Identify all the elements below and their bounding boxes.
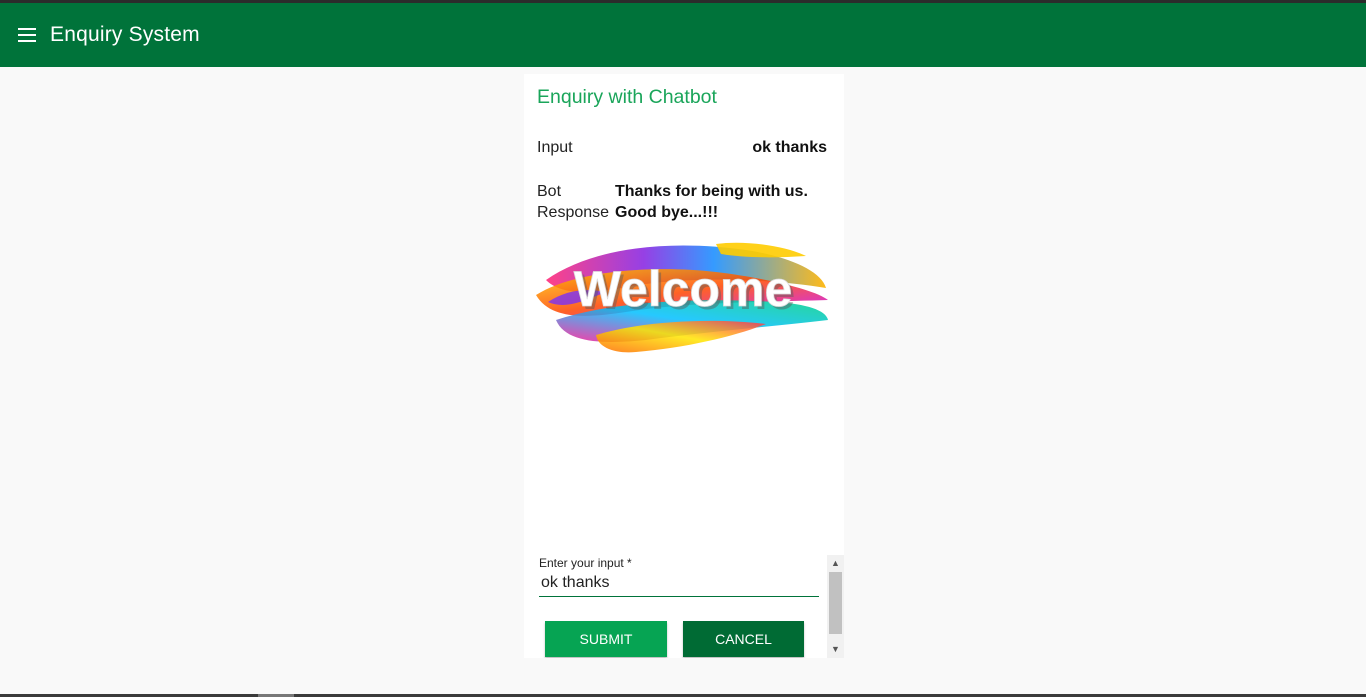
bot-response-text-line2: Good bye...!!! (615, 204, 719, 221)
bot-response-text-line1: Thanks for being with us. (615, 183, 808, 200)
input-field-group: Enter your input * (539, 556, 819, 597)
input-field-label: Enter your input * (539, 556, 632, 570)
chat-input-field[interactable] (539, 572, 819, 597)
chatbot-card: Enquiry with Chatbot Input ok thanks Bot… (524, 74, 844, 658)
bot-response-label-line2: Response (537, 204, 610, 221)
scrollbar-thumb[interactable] (829, 572, 842, 634)
scrollbar[interactable]: ▲ ▼ (827, 555, 844, 658)
app-bar: Enquiry System (0, 3, 1366, 67)
hamburger-menu-icon[interactable] (18, 24, 40, 46)
welcome-image-text: Welcome (574, 261, 793, 317)
input-echo-value: ok thanks (752, 139, 827, 156)
welcome-image: Welcome Welcome (536, 242, 828, 353)
cancel-button[interactable]: CANCEL (683, 621, 804, 657)
scroll-up-arrow-icon[interactable]: ▲ (827, 555, 844, 572)
submit-button[interactable]: SUBMIT (545, 621, 667, 657)
scroll-down-arrow-icon[interactable]: ▼ (827, 641, 844, 658)
input-label: Input (537, 139, 573, 156)
card-title: Enquiry with Chatbot (537, 86, 717, 108)
app-title: Enquiry System (50, 23, 200, 46)
bot-response-label-line1: Bot (537, 183, 562, 200)
